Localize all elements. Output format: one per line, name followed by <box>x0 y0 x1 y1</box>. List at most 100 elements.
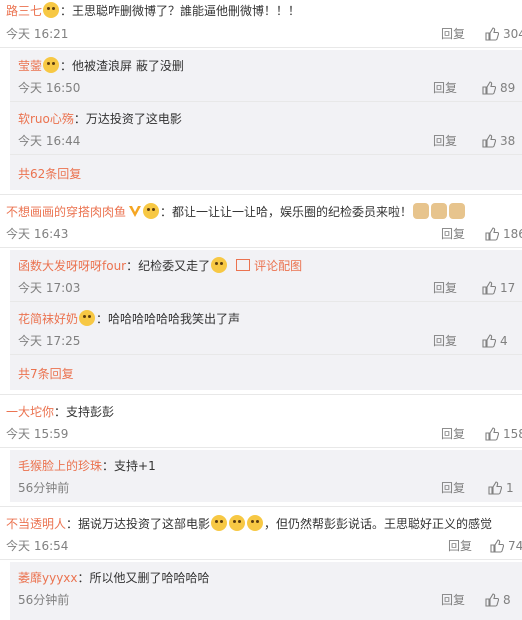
comment-4-text-cont: ，但仍然帮彭彭说话。王思聪好正义的感觉 <box>264 517 493 531</box>
doge-emoji-icon <box>449 203 466 219</box>
like-button[interactable]: 1 <box>488 480 514 496</box>
verified-v-icon <box>129 206 142 217</box>
reply-1-1: 莹蓥 ：他被渣浪屏 蔽了没删 <box>18 57 522 75</box>
reply-button[interactable]: 回复 <box>448 538 472 554</box>
emoji-icon <box>43 57 60 73</box>
like-button[interactable]: 8 <box>485 592 511 608</box>
comment-4-text: ：据说万达投资了这部电影 <box>66 517 211 531</box>
reply-text: ：支持+1 <box>102 459 156 473</box>
emoji-icon <box>43 2 60 18</box>
thumb-up-icon <box>482 134 496 148</box>
doge-emoji-icon <box>413 203 430 219</box>
like-count: 8 <box>503 593 511 607</box>
divider <box>0 506 522 507</box>
reply-button[interactable]: 回复 <box>433 133 457 149</box>
reply-time: 今天 17:25 <box>18 334 81 348</box>
like-button[interactable]: 74 <box>490 538 522 554</box>
image-icon <box>236 259 251 271</box>
reply-time: 今天 16:50 <box>18 81 81 95</box>
weibo-comment-feed: { "c1": {"user":"路三七","text":"：王思聪咋删微博了？… <box>0 0 522 620</box>
divider <box>0 559 522 560</box>
reply-username[interactable]: 毛猴脸上的珍珠 <box>18 459 102 473</box>
reply-button[interactable]: 回复 <box>441 26 465 42</box>
like-count: 17 <box>500 281 516 295</box>
reply-4-1: 萎靡yyyxx：所以他又删了哈哈哈哈 <box>18 569 522 587</box>
reply-button[interactable]: 回复 <box>441 592 465 608</box>
reply-text: ：万达投资了这电影 <box>73 112 182 126</box>
thumb-up-icon <box>485 427 499 441</box>
thumb-up-icon <box>482 281 496 295</box>
thumb-up-icon <box>488 481 502 495</box>
reply-3-1: 毛猴脸上的珍珠：支持+1 <box>18 457 522 475</box>
comment-1: 路三七 ：王思聪咋删微博了？誰能逼他刪微博！！！ <box>6 2 522 20</box>
like-button[interactable]: 304 <box>485 26 522 42</box>
divider <box>10 354 522 355</box>
like-count: 1 <box>506 481 514 495</box>
more-replies-link[interactable]: 共62条回复 <box>18 166 81 182</box>
divider <box>0 447 522 448</box>
reply-button[interactable]: 回复 <box>441 226 465 242</box>
laugh-emoji-icon <box>211 257 228 273</box>
laugh-emoji-icon <box>229 515 246 531</box>
comment-2: 不想画画的穿搭肉肉鱼 ：都让一让让一让哈，娱乐圈的纪检委员来啦！ <box>6 203 522 221</box>
reply-time: 56分钟前 <box>18 481 70 495</box>
divider <box>10 301 522 302</box>
like-count: 304 <box>503 27 522 41</box>
divider <box>10 154 522 155</box>
reply-text: ：他被渣浪屏 蔽了没删 <box>60 59 184 73</box>
comment-2-username[interactable]: 不想画画的穿搭肉肉鱼 <box>6 205 126 219</box>
comment-3-text: ：支持彭彭 <box>54 405 115 419</box>
reply-username[interactable]: 软ruo心殇 <box>18 112 74 126</box>
reply-text: ：纪检委又走了 <box>126 259 211 273</box>
comment-1-username[interactable]: 路三七 <box>6 4 42 18</box>
comment-4: 不当透明人：据说万达投资了这部电影 ，但仍然帮彭彭说话。王思聪好正义的感觉 <box>6 515 522 533</box>
divider <box>0 194 522 195</box>
comment-4-username[interactable]: 不当透明人 <box>6 517 66 531</box>
thumb-up-icon <box>485 227 499 241</box>
reply-2-2: 花简袜好奶 ：哈哈哈哈哈哈我笑出了声 <box>18 310 522 328</box>
like-button[interactable]: 38 <box>482 133 515 149</box>
divider <box>0 47 522 48</box>
comment-image-link[interactable]: 评论配图 <box>254 259 302 273</box>
like-button[interactable]: 89 <box>482 80 515 96</box>
comment-3-time: 今天 15:59 <box>6 427 69 441</box>
reply-username[interactable]: 莹蓥 <box>18 59 42 73</box>
reply-button[interactable]: 回复 <box>433 280 457 296</box>
thumb-up-icon <box>482 334 496 348</box>
reply-username[interactable]: 花简袜好奶 <box>18 312 78 326</box>
comment-3-username[interactable]: 一大坨你 <box>6 405 54 419</box>
reply-username[interactable]: 萎靡yyyxx <box>18 571 78 585</box>
reply-username[interactable]: 函数大发呀呀呀four <box>18 259 126 273</box>
reply-button[interactable]: 回复 <box>441 426 465 442</box>
thumb-up-icon <box>482 81 496 95</box>
reply-time: 今天 17:03 <box>18 281 81 295</box>
like-count: 186 <box>503 227 522 241</box>
reply-text: ：哈哈哈哈哈哈我笑出了声 <box>96 312 241 326</box>
like-button[interactable]: 186 <box>485 226 522 242</box>
like-count: 38 <box>500 134 516 148</box>
reply-button[interactable]: 回复 <box>433 80 457 96</box>
like-count: 4 <box>500 334 508 348</box>
divider <box>10 101 522 102</box>
laugh-emoji-icon <box>247 515 264 531</box>
emoji-icon <box>143 203 160 219</box>
like-count: 158 <box>503 427 522 441</box>
divider <box>0 247 522 248</box>
reply-2-1: 函数大发呀呀呀four：纪检委又走了 评论配图 <box>18 257 522 275</box>
reply-1-2: 软ruo心殇：万达投资了这电影 <box>18 110 522 128</box>
like-button[interactable]: 4 <box>482 333 508 349</box>
reply-text: ：所以他又删了哈哈哈哈 <box>77 571 210 585</box>
comment-2-text: ：都让一让让一让哈，娱乐圈的纪检委员来啦！ <box>160 205 413 219</box>
divider <box>0 394 522 395</box>
more-replies-link[interactable]: 共7条回复 <box>18 366 74 382</box>
like-button[interactable]: 17 <box>482 280 515 296</box>
reply-time: 56分钟前 <box>18 593 70 607</box>
thumb-up-icon <box>485 593 499 607</box>
comment-4-time: 今天 16:54 <box>6 539 69 553</box>
laugh-emoji-icon <box>211 515 228 531</box>
reply-button[interactable]: 回复 <box>441 480 465 496</box>
reply-button[interactable]: 回复 <box>433 333 457 349</box>
comment-1-text: ：王思聪咋删微博了？誰能逼他刪微博！！！ <box>60 4 301 18</box>
reply-time: 今天 16:44 <box>18 134 81 148</box>
like-button[interactable]: 158 <box>485 426 522 442</box>
